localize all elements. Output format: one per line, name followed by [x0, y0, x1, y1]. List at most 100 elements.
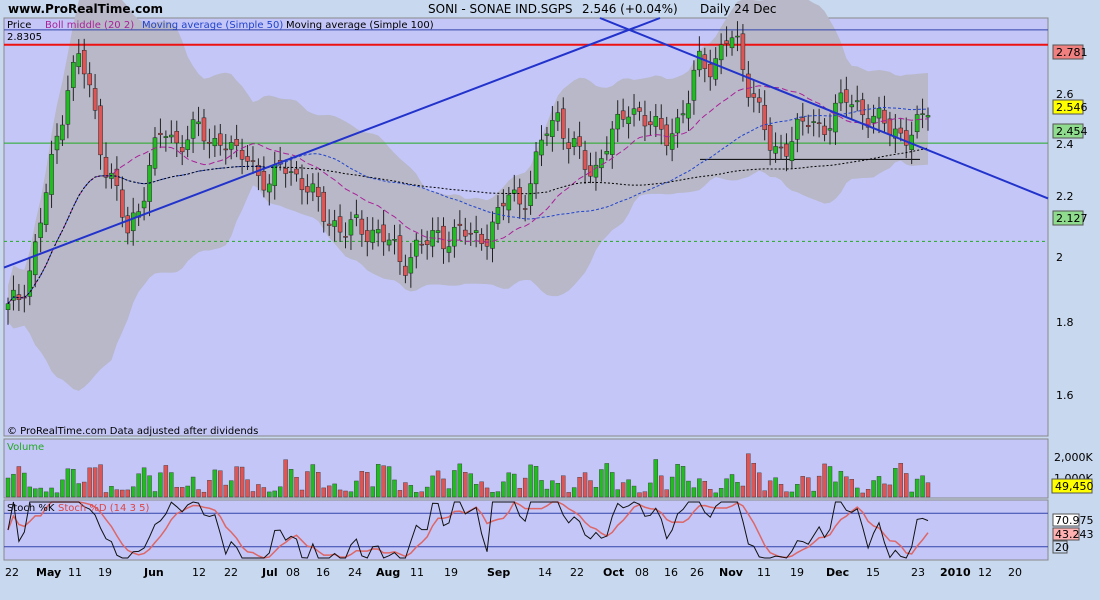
candle-body	[914, 114, 920, 133]
volume-bar	[365, 472, 370, 498]
candle-body	[441, 225, 446, 250]
volume-bar	[773, 477, 778, 498]
candle-body	[337, 216, 343, 233]
volume-bar	[702, 481, 708, 498]
x-label: 23	[911, 566, 925, 579]
candle-body	[381, 224, 386, 243]
volume-bar	[147, 475, 152, 498]
volume-bar	[648, 482, 653, 498]
candle-body	[833, 102, 838, 133]
candle-body	[5, 303, 11, 310]
volume-bar	[267, 491, 272, 498]
volume-bar	[16, 466, 22, 498]
x-label: 19	[790, 566, 804, 579]
tick-2-2: 2.2	[1056, 190, 1074, 203]
candle-body	[158, 132, 163, 135]
volume-bar	[348, 491, 354, 498]
candle-body	[795, 118, 800, 140]
candle-body	[735, 35, 740, 38]
legend-ma50: Moving average (Simple 50)	[142, 20, 283, 31]
candle-body	[87, 73, 92, 86]
volume-bar	[250, 491, 256, 498]
candle-body	[805, 125, 811, 127]
candle-body	[125, 215, 131, 234]
candle-body	[201, 117, 207, 142]
candle-body	[141, 200, 147, 209]
volume-bar	[82, 481, 87, 498]
volume-bar	[729, 474, 735, 498]
volume-bar	[245, 479, 250, 498]
volume-bar	[762, 490, 767, 498]
candle-body	[239, 149, 245, 160]
candle-body	[359, 218, 365, 235]
candle-body	[392, 239, 397, 241]
volume-bar	[403, 482, 408, 498]
volume-bar	[909, 491, 914, 498]
x-label: 14	[538, 566, 552, 579]
volume-bar	[54, 492, 60, 498]
candle-body	[648, 121, 653, 126]
candle-body	[386, 239, 392, 246]
candle-body	[637, 107, 642, 112]
volume-bar	[120, 489, 125, 498]
volume-bar	[615, 489, 620, 498]
candle-body	[261, 171, 267, 191]
volume-bar	[316, 472, 321, 498]
volume-title: Volume	[7, 442, 44, 453]
volume-bar	[838, 470, 844, 498]
volume-bar	[277, 486, 283, 498]
candle-body	[174, 131, 180, 144]
site-name[interactable]: www.ProRealTime.com	[8, 2, 163, 16]
volume-bar	[337, 489, 343, 498]
candle-body	[588, 165, 593, 177]
candle-body	[316, 186, 321, 197]
x-label: 16	[664, 566, 678, 579]
volume-bar	[201, 491, 207, 498]
x-label: 11	[757, 566, 771, 579]
tag-last: 2.546	[1056, 101, 1088, 114]
volume-bar	[299, 489, 305, 498]
volume-bar	[887, 484, 893, 498]
candle-body	[424, 240, 430, 245]
tick-2: 2	[1056, 251, 1063, 264]
candle-body	[816, 122, 822, 124]
volume-bar	[778, 484, 784, 498]
volume-bar	[321, 487, 326, 498]
volume-bar	[354, 480, 359, 498]
x-label: 22	[224, 566, 238, 579]
volume-bar	[920, 475, 925, 498]
tag-support-2: 2.127	[1056, 212, 1088, 225]
candle-body	[653, 116, 659, 127]
volume-bar	[506, 472, 512, 498]
candle-body	[169, 134, 174, 138]
candle-body	[522, 208, 528, 210]
candle-body	[65, 90, 71, 125]
candle-body	[887, 118, 893, 135]
candle-body	[267, 183, 272, 193]
volume-bar	[593, 487, 599, 498]
x-label: 11	[68, 566, 82, 579]
candle-body	[854, 100, 860, 103]
volume-bar	[708, 489, 713, 498]
candle-body	[463, 229, 468, 237]
volume-bar	[784, 491, 789, 498]
stock-chart: www.ProRealTime.com SONI - SONAE IND.SGP…	[3, 0, 1094, 579]
candle-body	[479, 233, 484, 244]
x-label: 08	[635, 566, 649, 579]
volume-bar	[795, 484, 800, 498]
candle-body	[98, 105, 103, 156]
candle-body	[626, 116, 631, 124]
candle-body	[294, 168, 299, 175]
volume-bar	[441, 478, 446, 498]
candle-body	[310, 183, 316, 193]
high-label: 2.8305	[7, 32, 42, 43]
stoch-k-title: Stoch %K	[7, 503, 55, 514]
volume-bar	[882, 483, 887, 498]
candle-body	[876, 108, 882, 119]
x-label: 12	[192, 566, 206, 579]
candle-body	[92, 88, 98, 111]
tick-2-6: 2.6	[1056, 88, 1074, 101]
volume-bar	[588, 480, 593, 498]
volume-bar	[620, 482, 626, 498]
candle-body	[871, 115, 876, 124]
